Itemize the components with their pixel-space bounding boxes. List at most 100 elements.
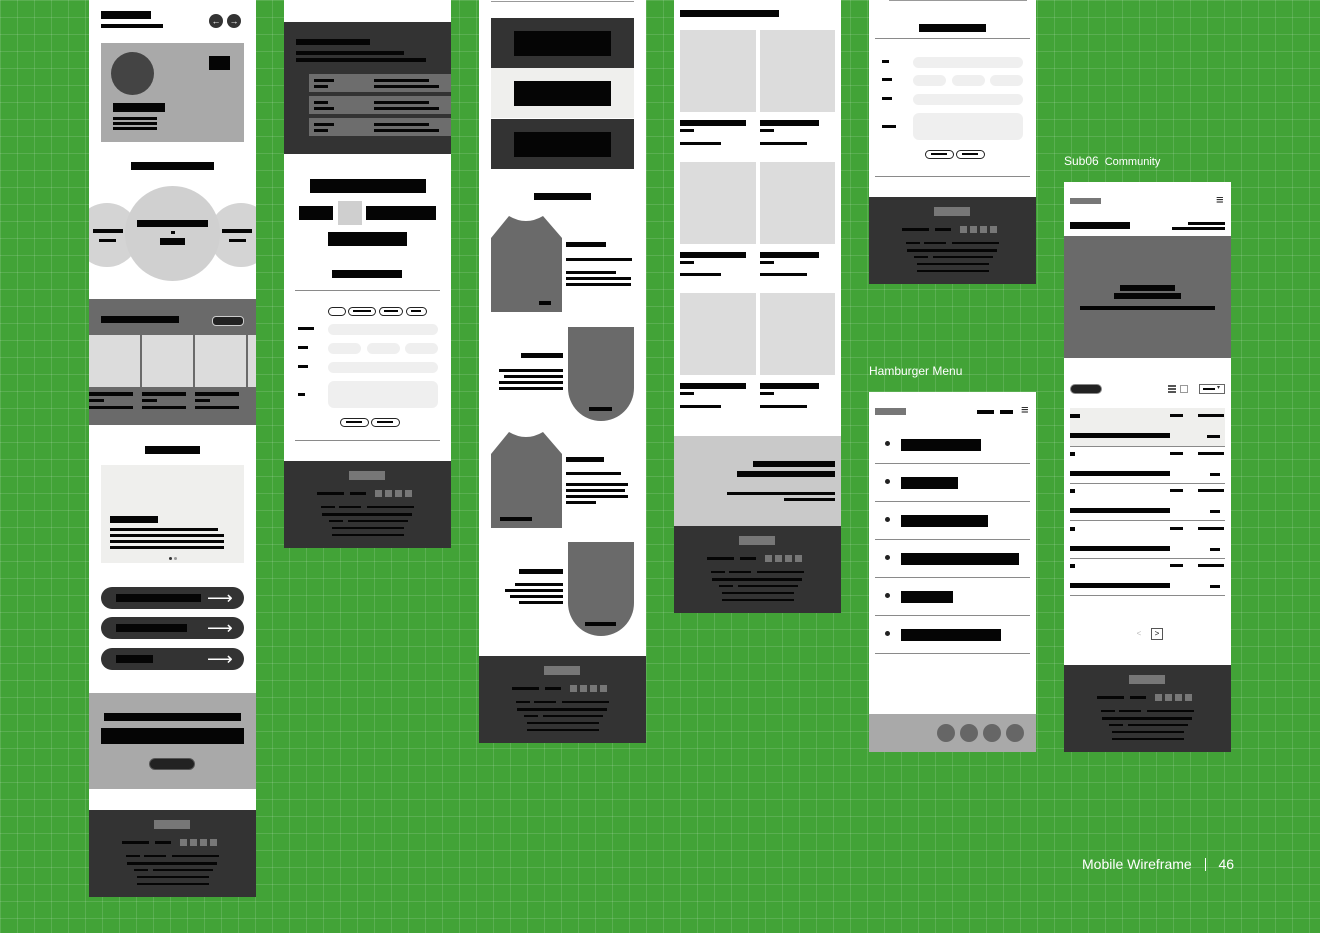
arrow-right-icon: ⟶ xyxy=(207,618,233,638)
caption-subtitle: Community xyxy=(1104,156,1161,168)
social-icon[interactable] xyxy=(1006,724,1024,742)
document-footer: Mobile Wireframe 46 xyxy=(1082,856,1234,872)
select-input[interactable] xyxy=(367,343,400,354)
chevron-right-icon: > xyxy=(1154,629,1160,638)
filter-chip[interactable] xyxy=(379,307,403,316)
page-heading xyxy=(310,179,426,193)
card-badge xyxy=(209,56,230,70)
prev-button[interactable]: ← xyxy=(209,14,223,28)
pagination-next[interactable]: > xyxy=(1151,628,1163,640)
select-input[interactable] xyxy=(328,343,361,354)
chevron-left-icon: < xyxy=(1136,629,1142,638)
logo-block xyxy=(1070,198,1101,204)
menu-item[interactable] xyxy=(901,477,958,489)
section-title xyxy=(534,193,591,200)
menu-bullet xyxy=(885,631,890,636)
select-input[interactable] xyxy=(405,343,438,354)
page-heading xyxy=(1070,222,1130,229)
social-icon[interactable] xyxy=(937,724,955,742)
cancel-button[interactable] xyxy=(340,418,369,427)
menu-item[interactable] xyxy=(901,515,988,527)
filter-chip[interactable] xyxy=(328,307,346,316)
carousel-dot[interactable] xyxy=(169,557,172,560)
more-button[interactable] xyxy=(212,316,244,326)
menu-bullet xyxy=(885,555,890,560)
footer-divider xyxy=(1204,858,1206,871)
menu-item[interactable] xyxy=(901,553,1019,565)
subtitle-block xyxy=(101,24,163,28)
menu-item[interactable] xyxy=(901,591,953,603)
product-shirt xyxy=(491,432,562,528)
footer-label: Mobile Wireframe xyxy=(1082,856,1192,872)
textarea-input[interactable] xyxy=(913,113,1023,140)
logo-block xyxy=(101,11,151,19)
menu-icon[interactable]: ≡ xyxy=(1021,403,1029,417)
text-input[interactable] xyxy=(913,94,1023,105)
page-number: 46 xyxy=(1218,856,1235,872)
menu-item[interactable] xyxy=(901,629,1001,641)
wireframe-screen-contact xyxy=(869,0,1036,284)
text-input[interactable] xyxy=(328,362,438,373)
caption-title: Hamburger Menu xyxy=(869,364,963,378)
list-view-icon[interactable] xyxy=(1168,385,1176,393)
list-link-button[interactable]: ⟶ xyxy=(101,587,244,609)
submit-button[interactable] xyxy=(371,418,400,427)
menu-bullet xyxy=(885,593,890,598)
wireframe-screen-form xyxy=(284,0,451,548)
menu-bullet xyxy=(885,479,890,484)
next-icon: → xyxy=(229,16,239,26)
grid-view-icon[interactable] xyxy=(1180,385,1188,393)
profile-card xyxy=(101,43,244,142)
prev-icon: ← xyxy=(211,16,221,26)
profile-avatar xyxy=(111,52,154,95)
gallery-thumb[interactable] xyxy=(680,293,756,375)
menu-bullet xyxy=(885,441,890,446)
textarea-input[interactable] xyxy=(328,381,438,408)
gallery-thumb[interactable] xyxy=(760,162,835,244)
wireframe-screen-gallery xyxy=(674,0,841,613)
cta-button[interactable] xyxy=(149,758,195,770)
pagination-prev[interactable]: < xyxy=(1134,629,1144,639)
gallery-thumb[interactable] xyxy=(760,30,835,112)
community-caption: Sub06 Community xyxy=(1064,154,1160,168)
section-title xyxy=(131,162,214,170)
gallery-thumb[interactable] xyxy=(680,30,756,112)
wireframe-screen-products xyxy=(479,0,646,743)
wireframe-screen-hamburger-menu: ≡ xyxy=(869,392,1036,752)
product-shirt xyxy=(491,216,562,312)
gallery-thumb[interactable] xyxy=(680,162,756,244)
list-link-button[interactable]: ⟶ xyxy=(101,648,244,670)
logo-block xyxy=(875,408,906,415)
section-title xyxy=(145,446,200,454)
page-heading xyxy=(680,10,779,17)
next-button[interactable]: → xyxy=(227,14,241,28)
shirt-icon xyxy=(491,216,562,312)
list-row xyxy=(309,96,451,114)
shirt-icon xyxy=(491,432,562,528)
write-button[interactable] xyxy=(1070,384,1102,394)
gallery-thumb[interactable] xyxy=(760,293,835,375)
filter-chip[interactable] xyxy=(348,307,376,316)
menu-icon[interactable]: ≡ xyxy=(1216,193,1224,207)
list-row xyxy=(309,74,451,92)
sort-dropdown[interactable]: ▾ xyxy=(1199,384,1225,394)
carousel-dot[interactable] xyxy=(174,557,177,560)
text-input[interactable] xyxy=(328,324,438,335)
select-input[interactable] xyxy=(990,75,1023,86)
social-icon[interactable] xyxy=(983,724,1001,742)
thumbnail xyxy=(338,201,362,225)
select-input[interactable] xyxy=(952,75,985,86)
submit-button[interactable] xyxy=(956,150,985,159)
select-input[interactable] xyxy=(913,75,946,86)
menu-item[interactable] xyxy=(901,439,981,451)
wireframe-screen-main: ← → ⟶ ⟶ ⟶ xyxy=(89,0,256,897)
menu-bullet xyxy=(885,517,890,522)
list-link-button[interactable]: ⟶ xyxy=(101,617,244,639)
cancel-button[interactable] xyxy=(925,150,954,159)
promo-banner xyxy=(674,436,841,526)
filter-chip[interactable] xyxy=(406,307,427,316)
text-input[interactable] xyxy=(913,57,1023,68)
card-title xyxy=(113,103,165,112)
arrow-right-icon: ⟶ xyxy=(207,649,233,669)
social-icon[interactable] xyxy=(960,724,978,742)
